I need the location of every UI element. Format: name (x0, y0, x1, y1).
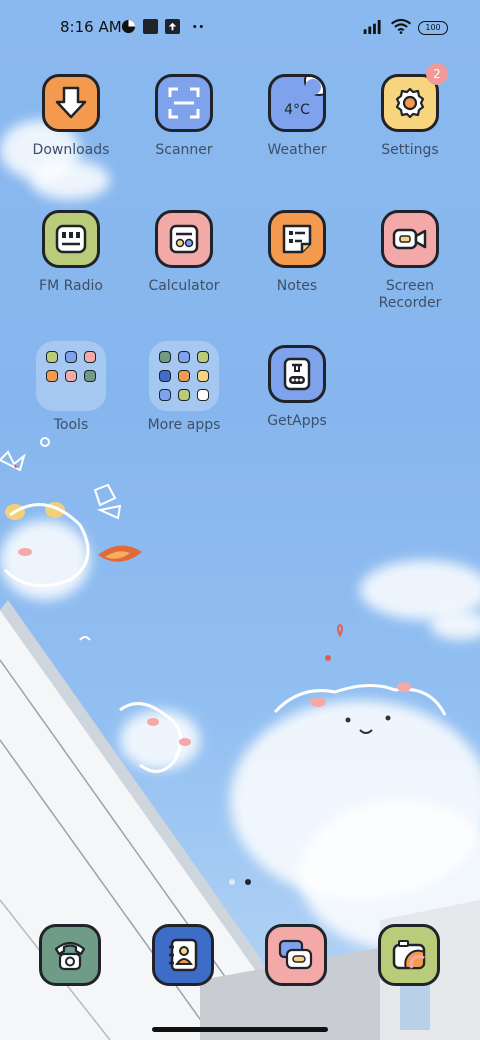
settings-app-icon: 2 (381, 63, 448, 132)
page-indicator-dot-active[interactable] (245, 879, 251, 885)
app-label: Weather (267, 142, 327, 158)
contact-book-icon (169, 938, 198, 972)
note-list-icon (282, 224, 312, 254)
moon-icon (304, 77, 323, 96)
app-fm-radio[interactable]: FM Radio (21, 210, 121, 295)
mini-app-icon (159, 351, 171, 363)
folder-tools[interactable]: Tools (21, 341, 121, 434)
notification-badge: 2 (426, 63, 448, 85)
downloads-app-icon (42, 74, 100, 132)
weather-temperature: 4°C (284, 102, 310, 118)
mini-app-icon (84, 370, 96, 382)
mini-app-icon (46, 351, 58, 363)
app-label: Scanner (155, 142, 213, 158)
mini-app-icon (178, 351, 190, 363)
dock-camera[interactable] (378, 924, 440, 986)
screen-recorder-app-icon (381, 210, 439, 268)
app-downloads[interactable]: Downloads (21, 74, 121, 159)
folder-more-apps[interactable]: More apps (134, 341, 234, 434)
shopping-bag-icon (283, 357, 311, 391)
app-label: More apps (147, 417, 221, 433)
getapps-app-icon (268, 345, 326, 403)
phone-icon (54, 941, 86, 971)
dock-messages[interactable] (265, 924, 327, 986)
camera-app-icon (378, 924, 440, 986)
app-weather[interactable]: 4°C Weather (247, 74, 347, 159)
download-arrow-icon (55, 86, 87, 119)
signal-icon (363, 19, 381, 34)
app-label: Settings (381, 142, 439, 158)
status-time: 8:16 AM (60, 18, 122, 36)
weather-app-icon: 4°C (268, 74, 326, 132)
fm-radio-app-icon (42, 210, 100, 268)
scan-frame-icon (168, 87, 200, 119)
app-label: Notes (276, 278, 318, 294)
mini-app-icon (65, 351, 77, 363)
gesture-navigation-bar[interactable] (152, 1027, 328, 1032)
phone-app-icon (39, 924, 101, 986)
mini-app-icon (84, 351, 96, 363)
app-settings[interactable]: 2 Settings (360, 63, 460, 159)
wallpaper-cloud (30, 160, 110, 200)
app-calculator[interactable]: Calculator (134, 210, 234, 295)
dock-contacts[interactable] (152, 924, 214, 986)
app-scanner[interactable]: Scanner (134, 74, 234, 159)
chat-bubble-icon (278, 939, 313, 970)
square-notification-icon (143, 19, 158, 34)
more-dots-icon (193, 25, 203, 28)
app-label: Tools (53, 417, 89, 433)
folder-preview (149, 341, 219, 411)
mini-app-icon (178, 370, 190, 382)
upload-notification-icon (165, 19, 180, 34)
calculator-icon (169, 224, 199, 254)
camera-icon (392, 940, 426, 970)
app-label: GetApps (267, 413, 327, 429)
page-indicator-dot[interactable] (229, 879, 235, 885)
mini-app-icon (197, 351, 209, 363)
app-label: Calculator (148, 278, 220, 294)
mini-app-icon (197, 370, 209, 382)
app-label: Screen Recorder (378, 278, 442, 311)
calculator-app-icon (155, 210, 213, 268)
app-screen-recorder[interactable]: Screen Recorder (360, 210, 460, 312)
data-saver-icon (121, 19, 136, 34)
wifi-icon (390, 19, 412, 34)
scanner-app-icon (155, 74, 213, 132)
mini-app-icon (159, 389, 171, 401)
mini-app-icon (46, 370, 58, 382)
mini-app-icon (65, 370, 77, 382)
contacts-app-icon (152, 924, 214, 986)
app-getapps[interactable]: GetApps (247, 345, 347, 430)
status-bar: 8:16 AM 100 (0, 0, 480, 56)
notes-app-icon (268, 210, 326, 268)
folder-preview (36, 341, 106, 411)
gear-icon (395, 87, 425, 119)
mini-app-icon (178, 389, 190, 401)
mini-app-icon (159, 370, 171, 382)
video-camera-icon (392, 228, 427, 250)
battery-icon: 100 (418, 21, 448, 35)
app-label: Downloads (32, 142, 110, 158)
app-label: FM Radio (39, 278, 103, 294)
app-notes[interactable]: Notes (247, 210, 347, 295)
mini-app-icon (197, 389, 209, 401)
dock-phone[interactable] (39, 924, 101, 986)
radio-icon (55, 224, 87, 254)
messages-app-icon (265, 924, 327, 986)
